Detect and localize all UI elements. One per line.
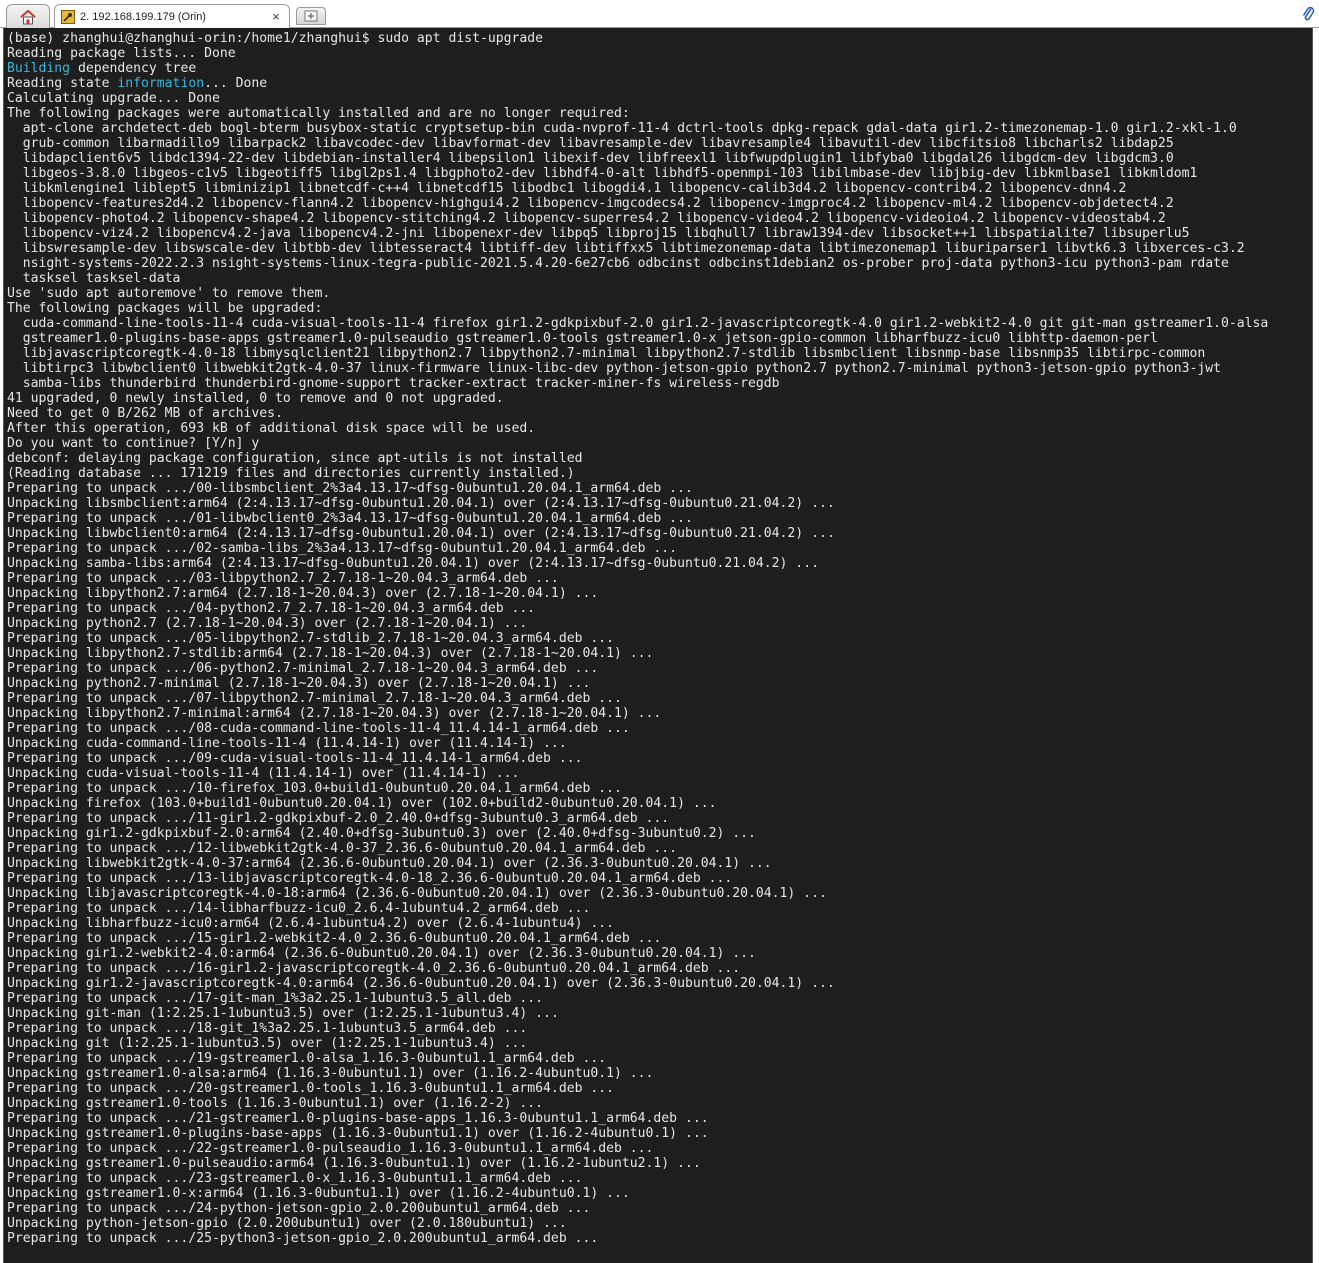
terminal-line: Reading state information... Done <box>7 76 268 91</box>
terminal-line: debconf: delaying package configuration,… <box>7 451 583 466</box>
terminal-scrollbar[interactable] <box>1313 28 1319 1263</box>
terminal-line: Preparing to unpack .../04-python2.7_2.7… <box>7 601 536 616</box>
terminal-line: Unpacking git (1:2.25.1-1ubuntu3.5) over… <box>7 1036 528 1051</box>
new-tab-button[interactable] <box>296 7 326 25</box>
terminal-line: (Reading database ... 171219 files and d… <box>7 466 575 481</box>
terminal-line: Unpacking gstreamer1.0-alsa:arm64 (1.16.… <box>7 1066 654 1081</box>
terminal-line: Preparing to unpack .../21-gstreamer1.0-… <box>7 1111 709 1126</box>
terminal-line: grub-common libarmadillo9 libarpack2 lib… <box>7 136 1174 151</box>
paperclip-icon[interactable] <box>1301 5 1315 23</box>
terminal-line: Preparing to unpack .../18-git_1%3a2.25.… <box>7 1021 528 1036</box>
terminal-line: cuda-command-line-tools-11-4 cuda-visual… <box>7 316 1269 331</box>
terminal-line: Preparing to unpack .../10-firefox_103.0… <box>7 781 622 796</box>
terminal-line: 41 upgraded, 0 newly installed, 0 to rem… <box>7 391 504 406</box>
terminal-line: Calculating upgrade... Done <box>7 91 220 106</box>
terminal-line: Preparing to unpack .../19-gstreamer1.0-… <box>7 1051 607 1066</box>
terminal-line: Preparing to unpack .../13-libjavascript… <box>7 871 733 886</box>
terminal-line: Unpacking python2.7-minimal (2.7.18-1~20… <box>7 676 591 691</box>
terminal-line: Unpacking cuda-visual-tools-11-4 (11.4.1… <box>7 766 520 781</box>
terminal-line: Do you want to continue? [Y/n] y <box>7 436 260 451</box>
terminal-line: Unpacking libsmbclient:arm64 (2:4.13.17~… <box>7 496 835 511</box>
terminal-line: Unpacking libpython2.7-stdlib:arm64 (2.7… <box>7 646 654 661</box>
terminal-line: Preparing to unpack .../23-gstreamer1.0-… <box>7 1171 583 1186</box>
terminal-line: Unpacking libwebkit2gtk-4.0-37:arm64 (2.… <box>7 856 772 871</box>
terminal-line: Unpacking gstreamer1.0-pulseaudio:arm64 … <box>7 1156 701 1171</box>
tab-session-orin[interactable]: 2. 192.168.199.179 (Orin) × <box>54 4 290 28</box>
terminal-line: tasksel tasksel-data <box>7 271 181 286</box>
terminal-line: Unpacking gstreamer1.0-tools (1.16.3-0ub… <box>7 1096 544 1111</box>
terminal-line: Preparing to unpack .../03-libpython2.7_… <box>7 571 559 586</box>
tab-label: 2. 192.168.199.179 (Orin) <box>80 10 206 23</box>
terminal-line: After this operation, 693 kB of addition… <box>7 421 536 436</box>
terminal-line: Preparing to unpack .../22-gstreamer1.0-… <box>7 1141 654 1156</box>
terminal-line: libopencv-features2d4.2 libopencv-flann4… <box>7 196 1174 211</box>
terminal-line: Reading package lists... Done <box>7 46 236 61</box>
tab-bar: 2. 192.168.199.179 (Orin) × <box>0 0 1319 28</box>
terminal-line: Preparing to unpack .../11-gir1.2-gdkpix… <box>7 811 670 826</box>
terminal-line: libtirpc3 libwbclient0 libwebkit2gtk-4.0… <box>7 361 1221 376</box>
terminal-line: libjavascriptcoregtk-4.0-18 libmysqlclie… <box>7 346 1206 361</box>
terminal-line: Unpacking firefox (103.0+build1-0ubuntu0… <box>7 796 717 811</box>
terminal-line: gstreamer1.0-plugins-base-apps gstreamer… <box>7 331 1158 346</box>
home-icon <box>20 9 36 24</box>
terminal-line: Building dependency tree <box>7 61 197 76</box>
terminal-line: libkmlengine1 liblept5 libminizip1 libne… <box>7 181 1127 196</box>
terminal-line: Unpacking libjavascriptcoregtk-4.0-18:ar… <box>7 886 827 901</box>
terminal-line: libswresample-dev libswscale-dev libtbb-… <box>7 241 1245 256</box>
terminal-line: Preparing to unpack .../24-python-jetson… <box>7 1201 591 1216</box>
terminal-line: Unpacking samba-libs:arm64 (2:4.13.17~df… <box>7 556 819 571</box>
terminal-line: Preparing to unpack .../12-libwebkit2gtk… <box>7 841 678 856</box>
terminal-line: Unpacking git-man (1:2.25.1-1ubuntu3.5) … <box>7 1006 559 1021</box>
terminal-line: nsight-systems-2022.2.3 nsight-systems-l… <box>7 256 1229 271</box>
terminal-line: Preparing to unpack .../17-git-man_1%3a2… <box>7 991 544 1006</box>
terminal-line: Unpacking gir1.2-webkit2-4.0:arm64 (2.36… <box>7 946 756 961</box>
terminal-line: Preparing to unpack .../20-gstreamer1.0-… <box>7 1081 614 1096</box>
terminal-line: The following packages will be upgraded: <box>7 301 323 316</box>
terminal-line: Unpacking gir1.2-javascriptcoregtk-4.0:a… <box>7 976 835 991</box>
terminal-line: libopencv-viz4.2 libopencv4.2-java libop… <box>7 226 1190 241</box>
terminal-line: Unpacking gstreamer1.0-plugins-base-apps… <box>7 1126 709 1141</box>
terminal-line: The following packages were automaticall… <box>7 106 630 121</box>
terminal-line: Preparing to unpack .../15-gir1.2-webkit… <box>7 931 662 946</box>
terminal-line: Unpacking libpython2.7-minimal:arm64 (2.… <box>7 706 662 721</box>
terminal-line: Preparing to unpack .../02-samba-libs_2%… <box>7 541 678 556</box>
terminal-text: (base) zhanghui@zhanghui-orin:/home1/zha… <box>7 31 1268 1246</box>
app-window: 2. 192.168.199.179 (Orin) × (base) zhang… <box>0 0 1319 1263</box>
terminal-line: Preparing to unpack .../07-libpython2.7-… <box>7 691 622 706</box>
terminal-line: Preparing to unpack .../01-libwbclient0_… <box>7 511 693 526</box>
terminal-line: Unpacking python-jetson-gpio (2.0.200ubu… <box>7 1216 567 1231</box>
terminal-line: Unpacking gstreamer1.0-x:arm64 (1.16.3-0… <box>7 1186 630 1201</box>
terminal-line: libdapclient6v5 libdc1394-22-dev libdebi… <box>7 151 1174 166</box>
terminal-line: Unpacking gir1.2-gdkpixbuf-2.0:arm64 (2.… <box>7 826 756 841</box>
terminal-line: Use 'sudo apt autoremove' to remove them… <box>7 286 331 301</box>
terminal-line: apt-clone archdetect-deb bogl-bterm busy… <box>7 121 1237 136</box>
terminal-line: Preparing to unpack .../25-python3-jetso… <box>7 1231 599 1246</box>
terminal-line: Unpacking cuda-command-line-tools-11-4 (… <box>7 736 567 751</box>
terminal-line: Unpacking libharfbuzz-icu0:arm64 (2.6.4-… <box>7 916 614 931</box>
new-tab-icon <box>304 10 318 22</box>
terminal-line: (base) zhanghui@zhanghui-orin:/home1/zha… <box>7 31 544 46</box>
terminal-line: Unpacking libpython2.7:arm64 (2.7.18-1~2… <box>7 586 599 601</box>
terminal-line: Preparing to unpack .../09-cuda-visual-t… <box>7 751 583 766</box>
terminal-line: libopencv-photo4.2 libopencv-shape4.2 li… <box>7 211 1166 226</box>
terminal-line: libgeos-3.8.0 libgeos-c1v5 libgeotiff5 l… <box>7 166 1198 181</box>
terminal-line: Preparing to unpack .../06-python2.7-min… <box>7 661 599 676</box>
close-icon[interactable]: × <box>269 9 283 24</box>
tab-home[interactable] <box>6 4 50 28</box>
terminal-session-icon <box>61 9 75 24</box>
terminal-line: Unpacking python2.7 (2.7.18-1~20.04.3) o… <box>7 616 528 631</box>
terminal-line: Preparing to unpack .../00-libsmbclient_… <box>7 481 693 496</box>
terminal-line: Preparing to unpack .../14-libharfbuzz-i… <box>7 901 591 916</box>
terminal-line: Preparing to unpack .../08-cuda-command-… <box>7 721 630 736</box>
terminal-line: Preparing to unpack .../16-gir1.2-javasc… <box>7 961 741 976</box>
terminal-line: Need to get 0 B/262 MB of archives. <box>7 406 283 421</box>
terminal-line: Preparing to unpack .../05-libpython2.7-… <box>7 631 614 646</box>
terminal-output[interactable]: (base) zhanghui@zhanghui-orin:/home1/zha… <box>3 28 1313 1263</box>
terminal-line: Unpacking libwbclient0:arm64 (2:4.13.17~… <box>7 526 835 541</box>
terminal-line: samba-libs thunderbird thunderbird-gnome… <box>7 376 780 391</box>
